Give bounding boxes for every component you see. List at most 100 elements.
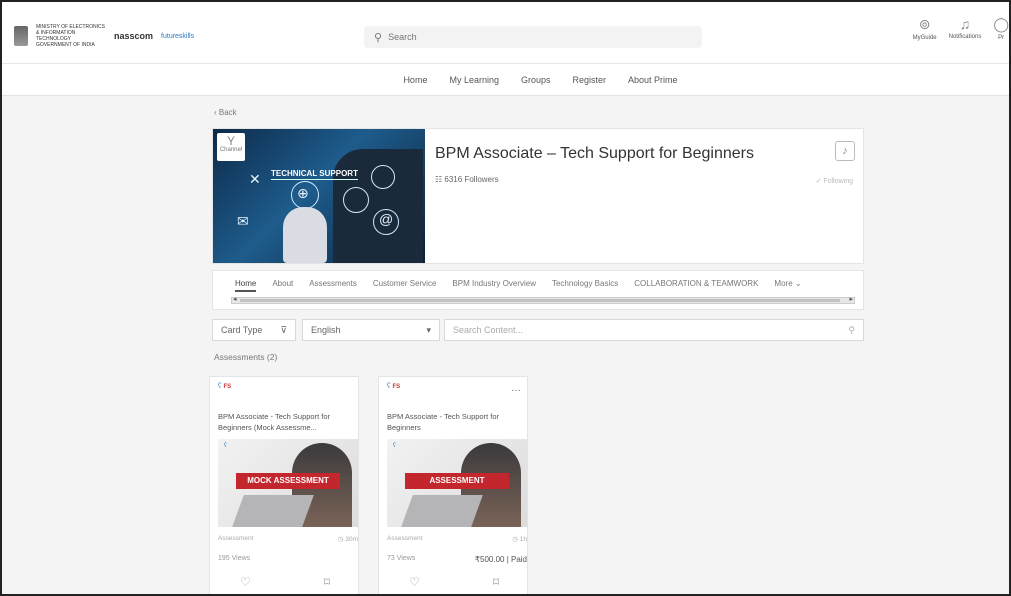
language-value: English (311, 325, 341, 335)
card-footer: 73 Views ₹500.00 | Paid (387, 555, 527, 564)
main-nav: Home My Learning Groups Register About P… (2, 64, 1009, 96)
following-button[interactable]: ✓ Following (816, 177, 853, 185)
card-title: BPM Associate - Tech Support for Beginne… (387, 412, 499, 432)
top-header: MINISTRY OF ELECTRONICS & INFORMATION TE… (2, 2, 1009, 64)
globe-icon: ⊕ (297, 185, 309, 201)
tab-collaboration-teamwork[interactable]: COLLABORATION & TEAMWORK (634, 279, 758, 292)
tabs-scrollbar[interactable]: ◂ ▸ (231, 295, 855, 304)
tab-bpm-industry-overview[interactable]: BPM Industry Overview (452, 279, 536, 292)
notifications-label: Notifications (948, 34, 982, 40)
card-meta: Assessment ◷ 30m (218, 535, 358, 543)
card-type: Assessment (387, 535, 423, 542)
like-icon[interactable]: ♡ (240, 575, 251, 589)
notify-bell-button[interactable]: ♪ (835, 141, 855, 161)
followers-text: 6316 Followers (444, 175, 499, 184)
nav-home[interactable]: Home (403, 75, 427, 85)
myguide-button[interactable]: ⊚ MyGuide (913, 16, 937, 41)
content-search[interactable]: Search Content... ⚲ (444, 319, 864, 341)
nav-register[interactable]: Register (573, 75, 607, 85)
channel-title: BPM Associate – Tech Support for Beginne… (435, 145, 754, 162)
scrollbar-thumb[interactable] (240, 299, 840, 302)
app-window: MINISTRY OF ELECTRONICS & INFORMATION TE… (0, 0, 1011, 596)
tab-assessments[interactable]: Assessments (309, 279, 357, 292)
search-input[interactable] (388, 32, 506, 42)
card-thumbnail: ʕ MOCK ASSESSMENT (218, 439, 358, 527)
assessment-card[interactable]: ʕ FS … BPM Associate - Tech Support for … (378, 376, 528, 594)
card-meta: Assessment ◷ 1h (387, 535, 527, 543)
card-title: BPM Associate - Tech Support for Beginne… (218, 412, 330, 432)
card-type-filter[interactable]: Card Type ⊽ (212, 319, 296, 341)
channel-badge-label: Channel (219, 147, 243, 153)
header-icons: ⊚ MyGuide ♫ Notifications ◯ Pr (913, 16, 1009, 41)
card-duration: ◷ 1h (512, 536, 527, 543)
notifications-button[interactable]: ♫ Notifications (949, 16, 982, 41)
nav-my-learning[interactable]: My Learning (449, 75, 499, 85)
language-select[interactable]: English ▾ (302, 319, 440, 341)
profile-button[interactable]: ◯ Pr (993, 16, 1009, 41)
tab-row: Home About Assessments Customer Service … (235, 279, 802, 292)
card-logo: ʕ FS (218, 383, 232, 390)
card-footer: 195 Views (218, 555, 358, 562)
card-type: Assessment (218, 535, 254, 542)
followers-count: ☷ 6316 Followers (435, 175, 499, 184)
scroll-left-arrow-icon[interactable]: ◂ (233, 295, 237, 303)
nav-groups[interactable]: Groups (521, 75, 551, 85)
bookmark-icon[interactable]: ⌑ (493, 575, 499, 589)
mail-icon: ✉ (237, 213, 249, 229)
card-type-label: Card Type (221, 325, 263, 335)
gov-text: MINISTRY OF ELECTRONICS & INFORMATION TE… (36, 24, 105, 48)
futureskills-icon: Y (226, 134, 235, 148)
thumbnail-laptop (232, 495, 314, 527)
search-icon: ⚲ (848, 324, 855, 335)
tab-home[interactable]: Home (235, 279, 257, 292)
card-views: 195 Views (218, 555, 251, 562)
card-duration: ◷ 30m (337, 536, 358, 543)
global-search[interactable]: ⚲ (364, 26, 702, 48)
tab-about[interactable]: About (272, 279, 293, 292)
tab-technology-basics[interactable]: Technology Basics (552, 279, 618, 292)
banner-circle (343, 187, 369, 213)
tab-more[interactable]: More ⌄ (774, 279, 801, 292)
bell-icon: ♫ (959, 16, 971, 32)
search-icon: ⚲ (374, 31, 383, 44)
myguide-icon: ⊚ (918, 16, 931, 32)
channel-badge: Y Channel (217, 133, 245, 161)
card-logo: ʕ FS (387, 383, 401, 390)
profile-icon: ◯ (993, 16, 1009, 32)
scroll-right-arrow-icon[interactable]: ▸ (849, 295, 853, 303)
back-link[interactable]: ‹ Back (214, 108, 237, 117)
card-actions: ♡ ⌑ (409, 575, 499, 589)
logo-group[interactable]: MINISTRY OF ELECTRONICS & INFORMATION TE… (14, 24, 194, 48)
like-icon[interactable]: ♡ (409, 575, 420, 589)
gov-emblem-icon (14, 26, 28, 46)
futureskills-logo: futureskills (161, 32, 195, 40)
assessment-card[interactable]: ʕ FS BPM Associate - Tech Support for Be… (209, 376, 359, 594)
bell-icon: ♪ (842, 145, 848, 157)
filter-icon: ⊽ (280, 324, 287, 335)
channel-tabs: Home About Assessments Customer Service … (212, 270, 864, 310)
banner-title: TECHNICAL SUPPORT (271, 169, 358, 180)
dropdown-arrow-icon: ▾ (426, 324, 431, 335)
nav-about-prime[interactable]: About Prime (628, 75, 678, 85)
card-banner-label: MOCK ASSESSMENT (236, 473, 340, 489)
thumbnail-logo: ʕ (393, 443, 396, 449)
tools-icon: ✕ (249, 171, 261, 187)
tab-customer-service[interactable]: Customer Service (373, 279, 437, 292)
card-views: 73 Views (387, 555, 416, 562)
card-banner-label: ASSESSMENT (405, 473, 509, 489)
bookmark-icon[interactable]: ⌑ (324, 575, 330, 589)
banner-circle (371, 165, 395, 189)
card-thumbnail: ʕ ASSESSMENT (387, 439, 527, 527)
assessments-section-title: Assessments (2) (214, 352, 278, 362)
content-search-placeholder: Search Content... (453, 325, 524, 335)
followers-icon: ☷ (435, 175, 445, 184)
banner-hand (283, 207, 327, 263)
more-options-icon[interactable]: … (511, 383, 521, 394)
channel-banner-image: ✕ ⊕ ✉ @ TECHNICAL SUPPORT Y Channel (213, 129, 425, 263)
thumbnail-laptop (401, 495, 483, 527)
thumbnail-logo: ʕ (224, 443, 227, 449)
channel-header-card: ✕ ⊕ ✉ @ TECHNICAL SUPPORT Y Channel BPM … (212, 128, 864, 264)
card-actions: ♡ ⌑ (240, 575, 330, 589)
myguide-label: MyGuide (912, 35, 937, 41)
card-price: ₹500.00 | Paid (474, 555, 527, 564)
